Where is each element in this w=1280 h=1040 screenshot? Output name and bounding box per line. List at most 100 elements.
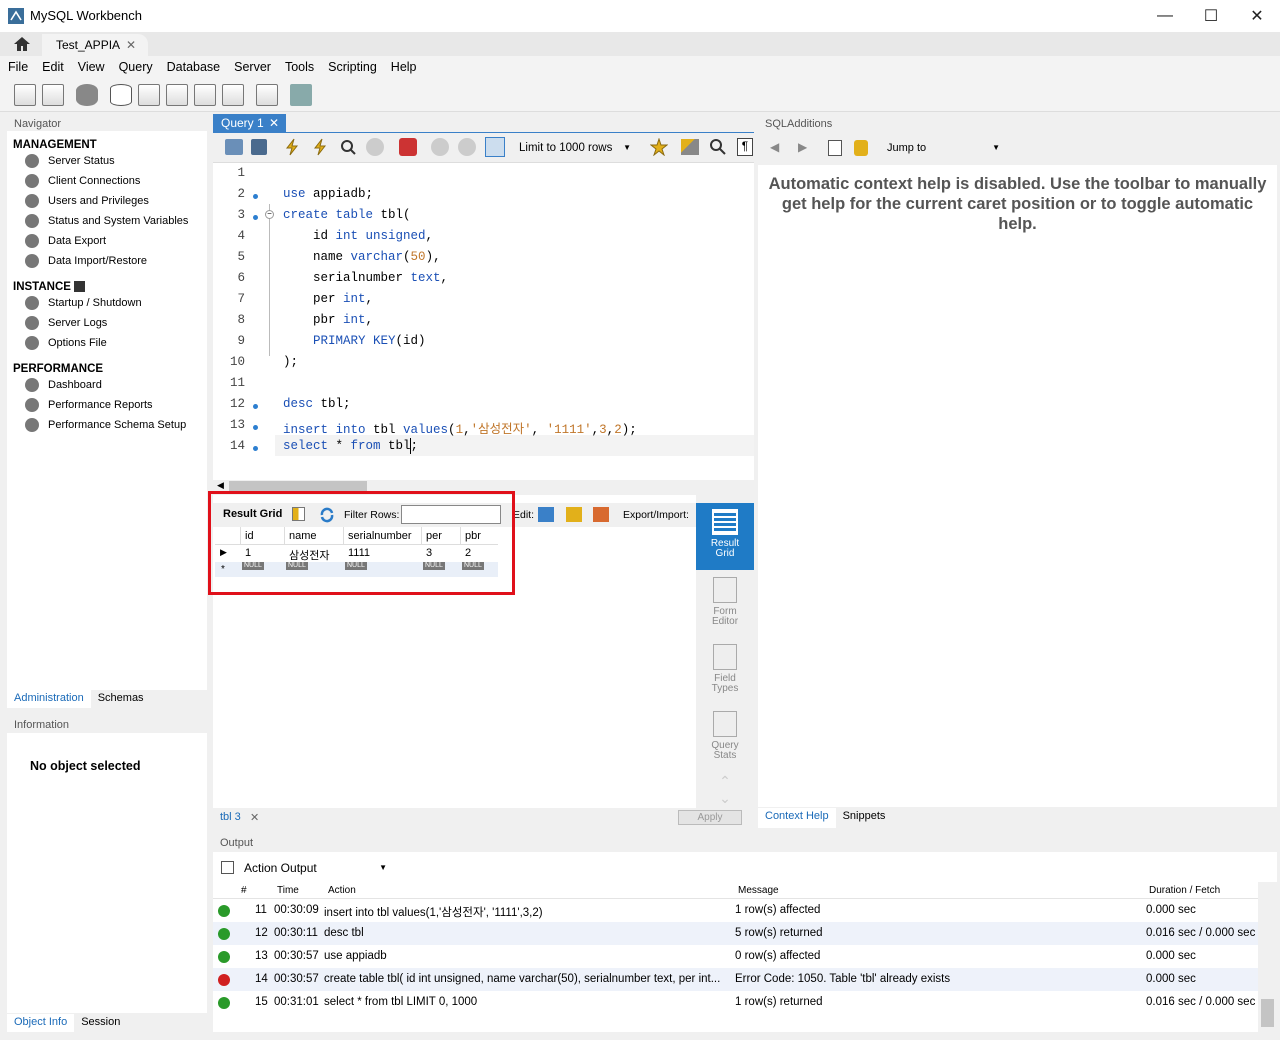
reconnect-icon[interactable] [290, 84, 312, 106]
new-sql-tab-icon[interactable] [14, 84, 36, 106]
vscroll-thumb[interactable] [1261, 999, 1274, 1027]
menu-6[interactable]: Tools [285, 56, 314, 78]
menu-2[interactable]: View [78, 56, 105, 78]
code-line[interactable]: 2 use appiadb; [213, 187, 754, 208]
tab-administration[interactable]: Administration [7, 690, 91, 708]
code-line[interactable]: 1 [213, 166, 754, 187]
sql-editor[interactable]: − 1 2 use appiadb; 3 create table tbl(4 id i… [213, 163, 754, 483]
nav-item-management-2[interactable]: Users and Privileges [7, 191, 207, 211]
execute-current-icon[interactable] [311, 138, 329, 156]
nav-item-management-3[interactable]: Status and System Variables [7, 211, 207, 231]
inspector-icon[interactable] [76, 84, 98, 106]
auto-help-icon[interactable] [854, 140, 868, 156]
nav-item-management-4[interactable]: Data Export [7, 231, 207, 251]
back-icon[interactable]: ◀ [770, 140, 779, 154]
output-row[interactable]: 11 00:30:09 insert into tbl values(1,'삼성전자… [213, 899, 1267, 922]
output-row[interactable]: 15 00:31:01 select * from tbl LIMIT 0, 100… [213, 991, 1267, 1014]
open-sql-script-icon[interactable] [42, 84, 64, 106]
output-row[interactable]: 14 00:30:57 create table tbl( id int unsig… [213, 968, 1267, 991]
save-icon[interactable] [251, 139, 267, 155]
menu-5[interactable]: Server [234, 56, 271, 78]
close-tab-icon[interactable]: ✕ [126, 38, 136, 52]
code-line[interactable]: 14 select * from tbl; [213, 439, 754, 460]
toggle-error-icon[interactable] [399, 138, 417, 156]
more-views-icon[interactable]: ⌃ ⌄ [696, 773, 754, 806]
delete-row-icon[interactable] [593, 507, 609, 522]
nav-item-instance-0[interactable]: Startup / Shutdown [7, 293, 207, 313]
output-row[interactable]: 13 00:30:57 use appiadb 0 row(s) affected 0.… [213, 945, 1267, 968]
insert-row-icon[interactable] [566, 507, 582, 522]
autocommit-icon[interactable] [485, 137, 505, 157]
nav-item-performance-0[interactable]: Dashboard [7, 375, 207, 395]
menu-7[interactable]: Scripting [328, 56, 377, 78]
nav-item-instance-2[interactable]: Options File [7, 333, 207, 353]
nav-item-instance-1[interactable]: Server Logs [7, 313, 207, 333]
form-editor-button[interactable]: Form Editor [696, 573, 754, 633]
close-result-tab-icon[interactable]: ✕ [250, 811, 259, 824]
home-tab[interactable] [4, 32, 40, 56]
field-types-button[interactable]: Field Types [696, 640, 754, 700]
minimize-button[interactable]: — [1142, 0, 1188, 32]
code-line[interactable]: 5 name varchar(50), [213, 250, 754, 271]
menu-8[interactable]: Help [391, 56, 417, 78]
tab-object-info[interactable]: Object Info [7, 1014, 75, 1032]
export-import-label[interactable]: Export/Import: [623, 509, 689, 521]
maximize-button[interactable]: ☐ [1188, 0, 1234, 32]
nav-item-management-5[interactable]: Data Import/Restore [7, 251, 207, 271]
menu-1[interactable]: Edit [42, 56, 64, 78]
tab-query-1[interactable]: Query 1 ✕ [213, 114, 286, 133]
connection-tab[interactable]: Test_APPIA ✕ [42, 34, 148, 56]
code-line[interactable]: 12 desc tbl; [213, 397, 754, 418]
add-snippet-icon[interactable] [650, 138, 668, 156]
menu-0[interactable]: File [8, 56, 28, 78]
create-table-icon[interactable] [138, 84, 160, 106]
output-row[interactable]: 12 00:30:11 desc tbl 5 row(s) returned 0.016… [213, 922, 1267, 945]
commit-icon[interactable] [431, 138, 449, 156]
code-line[interactable]: 9 PRIMARY KEY(id) [213, 334, 754, 355]
edit-row-icon[interactable] [538, 507, 554, 522]
execute-icon[interactable] [283, 138, 301, 156]
code-line[interactable]: 13 insert into tbl values(1,'삼성전자', '1111… [213, 418, 754, 439]
search-table-data-icon[interactable] [256, 84, 278, 106]
nav-item-management-1[interactable]: Client Connections [7, 171, 207, 191]
nav-item-performance-2[interactable]: Performance Schema Setup [7, 415, 207, 435]
forward-icon[interactable]: ▶ [798, 140, 807, 154]
code-line[interactable]: 6 serialnumber text, [213, 271, 754, 292]
code-line[interactable]: 10); [213, 355, 754, 376]
create-schema-icon[interactable] [110, 84, 132, 106]
create-view-icon[interactable] [166, 84, 188, 106]
create-procedure-icon[interactable] [194, 84, 216, 106]
code-line[interactable]: 8 pbr int, [213, 313, 754, 334]
output-vscrollbar[interactable] [1258, 882, 1277, 1032]
close-query-tab-icon[interactable]: ✕ [269, 116, 279, 130]
result-grid-view-button[interactable]: Result Grid [696, 503, 754, 570]
limit-select[interactable]: Limit to 1000 rows ▼ [515, 138, 637, 158]
query-stats-button[interactable]: Query Stats [696, 707, 754, 767]
tab-snippets[interactable]: Snippets [836, 808, 893, 828]
code-line[interactable]: 7 per int, [213, 292, 754, 313]
scroll-left-icon[interactable]: ◀ [217, 480, 224, 491]
code-line[interactable]: 4 id int unsigned, [213, 229, 754, 250]
invisible-chars-icon[interactable]: ¶ [737, 138, 753, 156]
menu-3[interactable]: Query [119, 56, 153, 78]
close-button[interactable]: ✕ [1234, 0, 1280, 32]
tab-result-tbl3[interactable]: tbl 3 [220, 811, 241, 823]
explain-icon[interactable] [339, 138, 357, 156]
tab-context-help[interactable]: Context Help [758, 808, 836, 828]
apply-button[interactable]: Apply [678, 810, 742, 825]
code-line[interactable]: 11 [213, 376, 754, 397]
stop-icon[interactable] [366, 138, 384, 156]
rollback-icon[interactable] [458, 138, 476, 156]
manual-help-icon[interactable] [828, 140, 842, 156]
tab-schemas[interactable]: Schemas [91, 690, 151, 708]
copy-output-icon[interactable] [221, 861, 234, 874]
create-function-icon[interactable] [222, 84, 244, 106]
tab-session[interactable]: Session [74, 1014, 127, 1032]
jump-to-select[interactable]: Jump to ▼ [884, 138, 1004, 158]
open-file-icon[interactable] [225, 139, 243, 155]
code-line[interactable]: 3 create table tbl( [213, 208, 754, 229]
nav-item-performance-1[interactable]: Performance Reports [7, 395, 207, 415]
output-type-select[interactable]: Action Output ▼ [243, 859, 389, 877]
beautify-icon[interactable] [681, 139, 699, 155]
find-icon[interactable] [709, 138, 727, 156]
